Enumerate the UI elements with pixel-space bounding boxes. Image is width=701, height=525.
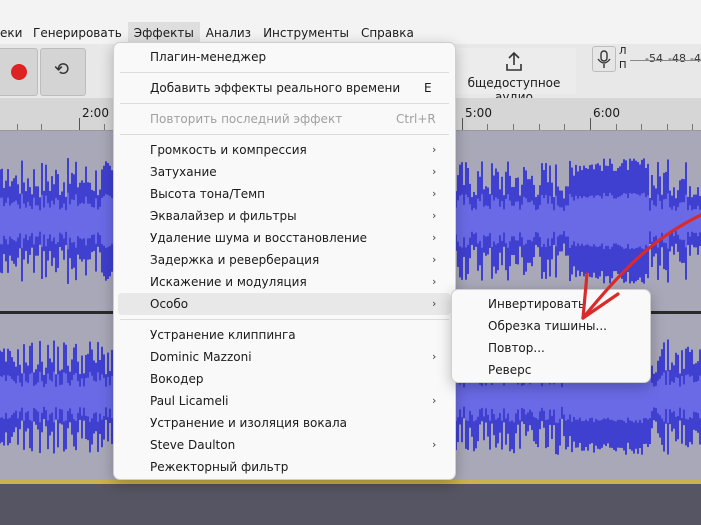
- chevron-right-icon: ›: [432, 187, 437, 200]
- menu-item-vocal-isolation[interactable]: Устранение и изоляция вокала: [118, 412, 451, 434]
- menu-item-fading[interactable]: Затухание ›: [118, 161, 451, 183]
- record-icon: [11, 64, 27, 80]
- loop-button[interactable]: ⟲: [40, 48, 86, 96]
- menu-separator: [120, 72, 449, 73]
- menu-item-label: Искажение и модуляция: [150, 275, 307, 289]
- menu-item-label: Затухание: [150, 165, 217, 179]
- chevron-right-icon: ›: [432, 438, 437, 451]
- menu-help[interactable]: Справка: [355, 22, 420, 44]
- menu-item-paul-licameli[interactable]: Paul Licameli ›: [118, 390, 451, 412]
- chevron-right-icon: ›: [432, 394, 437, 407]
- meter-left-label: Л: [619, 46, 627, 57]
- menu-item-shortcut: E: [424, 81, 432, 95]
- chevron-right-icon: ›: [432, 275, 437, 288]
- menu-item-label: Dominic Mazzoni: [150, 350, 252, 364]
- menu-item-pitch-tempo[interactable]: Высота тона/Темп ›: [118, 183, 451, 205]
- menu-item-label: Paul Licameli: [150, 394, 229, 408]
- menu-item-special[interactable]: Особо ›: [118, 293, 451, 315]
- menu-item-label: Режекторный фильтр: [150, 460, 289, 474]
- upload-icon: [506, 51, 522, 71]
- chevron-right-icon: ›: [432, 350, 437, 363]
- menu-effects[interactable]: Эффекты: [127, 22, 200, 44]
- recording-meter[interactable]: [630, 60, 701, 69]
- menu-item-eq-filters[interactable]: Эквалайзер и фильтры ›: [118, 205, 451, 227]
- menu-generate[interactable]: Генерировать: [27, 22, 128, 44]
- menu-item-distortion-modulation[interactable]: Искажение и модуляция ›: [118, 271, 451, 293]
- special-submenu: Инвертировать Обрезка тишины... Повтор..…: [451, 289, 651, 383]
- menu-analyze[interactable]: Анализ: [200, 22, 257, 44]
- menu-item-label: Особо: [150, 297, 189, 311]
- menu-item-label: Добавить эффекты реального времени: [150, 81, 401, 95]
- menu-view[interactable]: еки: [0, 22, 22, 44]
- ruler-label: 6:00: [593, 106, 620, 120]
- microphone-button[interactable]: [592, 46, 616, 72]
- window-top-strip: [0, 0, 701, 22]
- menu-item-label: Повторить последний эффект: [150, 112, 343, 126]
- menu-item-label: Steve Daulton: [150, 438, 236, 452]
- menu-item-clip-fix[interactable]: Устранение клиппинга: [118, 324, 451, 346]
- menu-item-label: Реверс: [488, 363, 532, 377]
- meter-right-label: П: [619, 60, 627, 71]
- menu-item-label: Эквалайзер и фильтры: [150, 209, 297, 223]
- chevron-right-icon: ›: [432, 165, 437, 178]
- microphone-icon: [597, 50, 611, 68]
- menu-item-noise-removal[interactable]: Удаление шума и восстановление ›: [118, 227, 451, 249]
- menu-tools[interactable]: Инструменты: [257, 22, 355, 44]
- menu-item-shortcut: Ctrl+R: [396, 112, 436, 126]
- menu-item-delay-reverb[interactable]: Задержка и реверберация ›: [118, 249, 451, 271]
- loop-icon: ⟲: [54, 59, 70, 80]
- menu-separator: [120, 319, 449, 320]
- menu-item-add-realtime-effects[interactable]: Добавить эффекты реального времени E: [118, 77, 451, 99]
- effects-menu: Плагин-менеджер Добавить эффекты реально…: [113, 42, 456, 480]
- menu-item-label: Удаление шума и восстановление: [150, 231, 368, 245]
- ruler-label: 2:00: [82, 106, 109, 120]
- record-button[interactable]: [0, 48, 38, 96]
- chevron-right-icon: ›: [432, 143, 437, 156]
- menu-item-label: Задержка и реверберация: [150, 253, 320, 267]
- chevron-right-icon: ›: [432, 253, 437, 266]
- menu-item-repeat-last-effect: Повторить последний эффект Ctrl+R: [118, 108, 451, 130]
- menu-item-label: Плагин-менеджер: [150, 50, 267, 64]
- ruler-label: 5:00: [465, 106, 492, 120]
- menu-item-notch-filter[interactable]: Режекторный фильтр: [118, 456, 451, 478]
- menu-item-label: Вокодер: [150, 372, 204, 386]
- menu-item-label: Обрезка тишины...: [488, 319, 607, 333]
- menu-item-label: Инвертировать: [488, 297, 586, 311]
- share-audio-button[interactable]: бщедоступное аудио: [452, 48, 576, 104]
- chevron-right-icon: ›: [432, 231, 437, 244]
- menu-item-volume-compression[interactable]: Громкость и компрессия ›: [118, 139, 451, 161]
- menu-item-label: Устранение и изоляция вокала: [150, 416, 348, 430]
- menu-item-label: Устранение клиппинга: [150, 328, 296, 342]
- submenu-item-truncate-silence[interactable]: Обрезка тишины...: [456, 315, 646, 337]
- chevron-right-icon: ›: [432, 297, 437, 310]
- menu-item-label: Высота тона/Темп: [150, 187, 265, 201]
- menu-item-vocoder[interactable]: Вокодер: [118, 368, 451, 390]
- menu-separator: [120, 103, 449, 104]
- submenu-item-repeat[interactable]: Повтор...: [456, 337, 646, 359]
- submenu-item-invert[interactable]: Инвертировать: [456, 293, 646, 315]
- menu-item-steve-daulton[interactable]: Steve Daulton ›: [118, 434, 451, 456]
- submenu-item-reverse[interactable]: Реверс: [456, 359, 646, 381]
- menu-item-plugin-manager[interactable]: Плагин-менеджер: [118, 46, 451, 68]
- menu-item-label: Повтор...: [488, 341, 545, 355]
- menu-separator: [120, 134, 449, 135]
- menu-item-label: Громкость и компрессия: [150, 143, 307, 157]
- menu-item-dominic-mazzoni[interactable]: Dominic Mazzoni ›: [118, 346, 451, 368]
- empty-track-area[interactable]: [0, 484, 701, 525]
- chevron-right-icon: ›: [432, 209, 437, 222]
